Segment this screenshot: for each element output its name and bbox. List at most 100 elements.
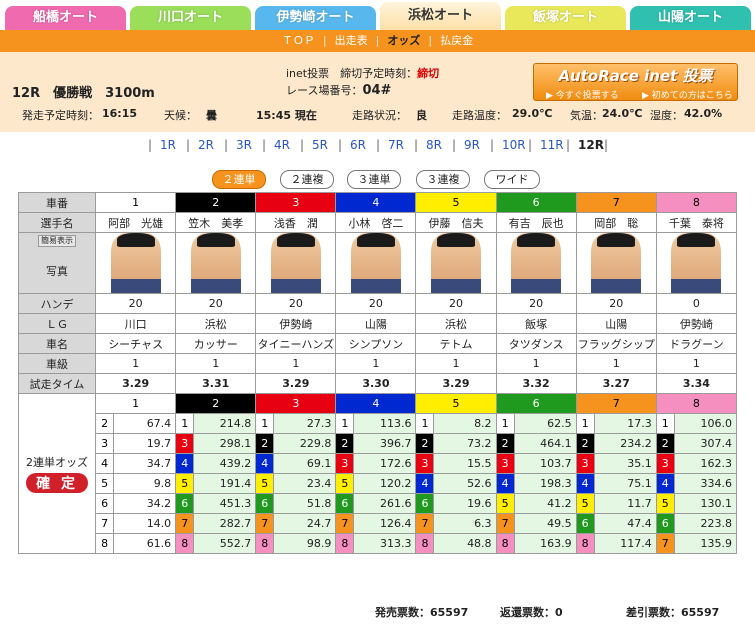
racer-handicap: 20 [95,293,177,314]
nav-separator: | [375,34,380,47]
second-number: 1 [495,413,515,434]
refund-count: 返還票数：0 [500,604,563,620]
race-link-5[interactable]: 5R [312,138,328,152]
confirmed-badge: 確 定 [26,473,88,493]
racer-photo [175,232,257,294]
second-number: 4 [415,473,435,494]
odds-value: 162.3 [673,453,738,474]
odds-value: 396.7 [353,433,417,454]
second-number: 4 [255,453,275,474]
odds-value: 51.8 [273,493,337,514]
bet-button-1[interactable]: ２連単 [212,170,266,189]
odds-value: 106.0 [673,413,738,434]
racer-photo [335,232,417,294]
inet-vote-banner[interactable]: AutoRace inet 投票 ▶ 今すぐ投票する ▶ 初めての方はこちら [533,63,738,101]
race-link-9[interactable]: 9R [464,138,480,152]
odds-value: 19.6 [433,493,497,514]
odds-value: 172.6 [353,453,417,474]
sales-value: 65597 [430,606,469,619]
bet-button-5[interactable]: ワイド [484,170,540,189]
racer-car: シーチャス [95,333,177,354]
second-number: 8 [415,533,435,554]
odds-value: 126.4 [353,513,417,534]
venue-tab-6[interactable]: 山陽オート [630,6,751,30]
odds-value: 552.7 [193,533,257,554]
bet-button-2[interactable]: ２連複 [280,170,334,189]
racer-rank: 1 [495,353,577,374]
venue-tab-5[interactable]: 飯塚オート [505,6,626,30]
racer-rank: 1 [415,353,497,374]
display-select[interactable]: 簡易表示 [38,235,77,247]
odds-label: 2連単オッズ [26,456,89,469]
weather-label: 天候： [164,109,197,122]
racer-number: 6 [495,192,577,213]
race-link-11[interactable]: 11R [540,138,564,152]
start-time-value: 16:15 [102,107,138,120]
odds-first-number: 4 [335,393,417,414]
race-link-6[interactable]: 6R [350,138,366,152]
second-number: 3 [335,453,355,474]
racer-photo [95,232,177,294]
second-number: 5 [95,473,115,494]
racer-name[interactable]: 千葉 泰将 [655,212,738,233]
racer-handicap: 20 [335,293,417,314]
venue-tab-4[interactable]: 浜松オート [380,2,501,30]
subnav-item-1[interactable]: ＴＯＰ [274,30,323,52]
bet-button-3[interactable]: ３連単 [347,170,401,189]
vote-now-link[interactable]: ▶ 今すぐ投票する [546,88,619,101]
odds-value: 34.7 [113,453,177,474]
race-link-8[interactable]: 8R [426,138,442,152]
racer-name[interactable]: 浅香 潤 [255,212,337,233]
racer-handicap: 20 [575,293,657,314]
odds-value: 24.7 [273,513,337,534]
sub-navigation: ＴＯＰ | 出走表 | オッズ | 払戻金 [0,30,755,52]
race-link-3[interactable]: 3R [236,138,252,152]
odds-value: 62.5 [513,413,577,434]
racer-photo-image [511,233,562,293]
odds-value: 41.2 [513,493,577,514]
odds-value: 98.9 [273,533,337,554]
race-link-4[interactable]: 4R [274,138,290,152]
bet-button-4[interactable]: ３連複 [416,170,470,189]
racer-name[interactable]: 笠木 美孝 [175,212,257,233]
second-number: 6 [575,513,595,534]
odds-value: 130.1 [673,493,738,514]
odds-value: 464.1 [513,433,577,454]
first-time-link[interactable]: ▶ 初めての方はこちら [642,88,733,101]
racer-number: 7 [575,192,657,213]
subnav-item-2[interactable]: 出走表 [327,30,376,52]
racer-name[interactable]: 岡部 聡 [575,212,657,233]
race-link-10[interactable]: 10R [502,138,526,152]
racer-trial-time: 3.29 [255,373,337,394]
racer-trial-time: 3.34 [655,373,738,394]
racer-car: タツダンス [495,333,577,354]
odds-value: 191.4 [193,473,257,494]
racer-handicap: 20 [495,293,577,314]
race-link-7[interactable]: 7R [388,138,404,152]
track-label: 走路状況： [352,109,407,122]
second-number: 6 [175,493,195,514]
racer-rank: 1 [335,353,417,374]
race-link-12[interactable]: 12R [578,138,604,152]
venue-tab-2[interactable]: 川口オート [130,6,251,30]
subnav-item-3[interactable]: オッズ [379,30,428,52]
race-link-1[interactable]: 1R [160,138,176,152]
odds-value: 313.3 [353,533,417,554]
air-temp-value: 24.0℃ [602,107,643,120]
refund-label: 返還票数： [500,606,555,619]
second-number: 4 [175,453,195,474]
venue-tab-3[interactable]: 伊勢崎オート [255,6,376,30]
racer-car: カッサー [175,333,257,354]
race-link-2[interactable]: 2R [198,138,214,152]
racer-name[interactable]: 伊藤 信夫 [415,212,497,233]
racer-trial-time: 3.29 [415,373,497,394]
subnav-item-4[interactable]: 払戻金 [432,30,481,52]
racer-name[interactable]: 阿部 光雄 [95,212,177,233]
humidity-value: 42.0% [684,107,723,120]
odds-value: 103.7 [513,453,577,474]
odds-value: 120.2 [353,473,417,494]
racer-name[interactable]: 小林 啓二 [335,212,417,233]
inet-label: inet投票 締切予定時刻： [286,67,418,80]
racer-name[interactable]: 有吉 辰也 [495,212,577,233]
venue-tab-1[interactable]: 船橋オート [5,6,126,30]
